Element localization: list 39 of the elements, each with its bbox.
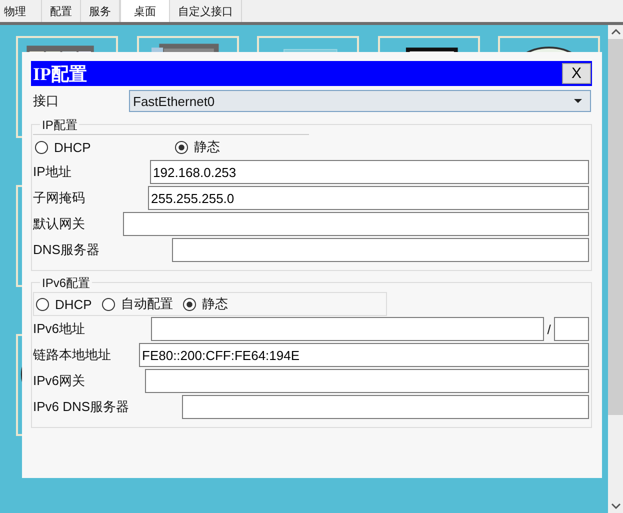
input-field[interactable] (145, 369, 589, 393)
input-field[interactable] (151, 317, 544, 341)
radio-button[interactable] (36, 298, 49, 310)
radio-button[interactable] (182, 298, 196, 310)
radio-option[interactable]: 自动配置 (102, 295, 173, 313)
input-field[interactable] (182, 395, 589, 419)
interface-dropdown[interactable]: FastEthernet0 (129, 90, 591, 112)
field-label: 链路本地地址 (33, 346, 112, 364)
radio-option[interactable]: DHCP (35, 140, 91, 154)
field-label: 接口 (33, 92, 60, 110)
input-field[interactable]: FE80::200:CFF:FE64:194E (139, 343, 589, 367)
input-field[interactable] (123, 212, 589, 236)
field-label: IPv6地址 (33, 320, 86, 338)
scroll-up-icon[interactable] (610, 29, 620, 35)
radio-button[interactable] (174, 140, 188, 154)
close-button[interactable]: X (562, 63, 591, 84)
prefix-field[interactable] (554, 317, 589, 341)
input-field[interactable]: 255.255.255.0 (148, 186, 589, 210)
scrollbar-thumb[interactable] (608, 39, 623, 415)
field-label: IPv6 DNS服务器 (33, 398, 130, 416)
field-label: IPv6网关 (33, 372, 86, 390)
caret-icon (574, 99, 582, 103)
dialog-title: IP配置 (33, 62, 87, 86)
field-label: 默认网关 (33, 215, 86, 233)
input-field[interactable] (172, 238, 589, 262)
group-title: IPv6配置 (40, 275, 92, 292)
separator-label: / (546, 322, 552, 336)
radio-button[interactable] (102, 298, 115, 310)
group-title: IP配置 (40, 117, 80, 134)
input-field[interactable]: 192.168.0.253 (150, 160, 589, 184)
radio-option[interactable]: 静态 (174, 138, 220, 156)
radio-option[interactable]: DHCP (36, 296, 92, 312)
tab[interactable]: 桌面 (120, 0, 170, 22)
radio-option[interactable]: 静态 (182, 295, 228, 313)
field-label: IP地址 (33, 163, 72, 181)
scroll-down-icon[interactable] (610, 503, 620, 509)
radio-button[interactable] (35, 140, 48, 154)
field-label: DNS服务器 (33, 241, 100, 259)
field-label: 子网掩码 (33, 189, 86, 207)
